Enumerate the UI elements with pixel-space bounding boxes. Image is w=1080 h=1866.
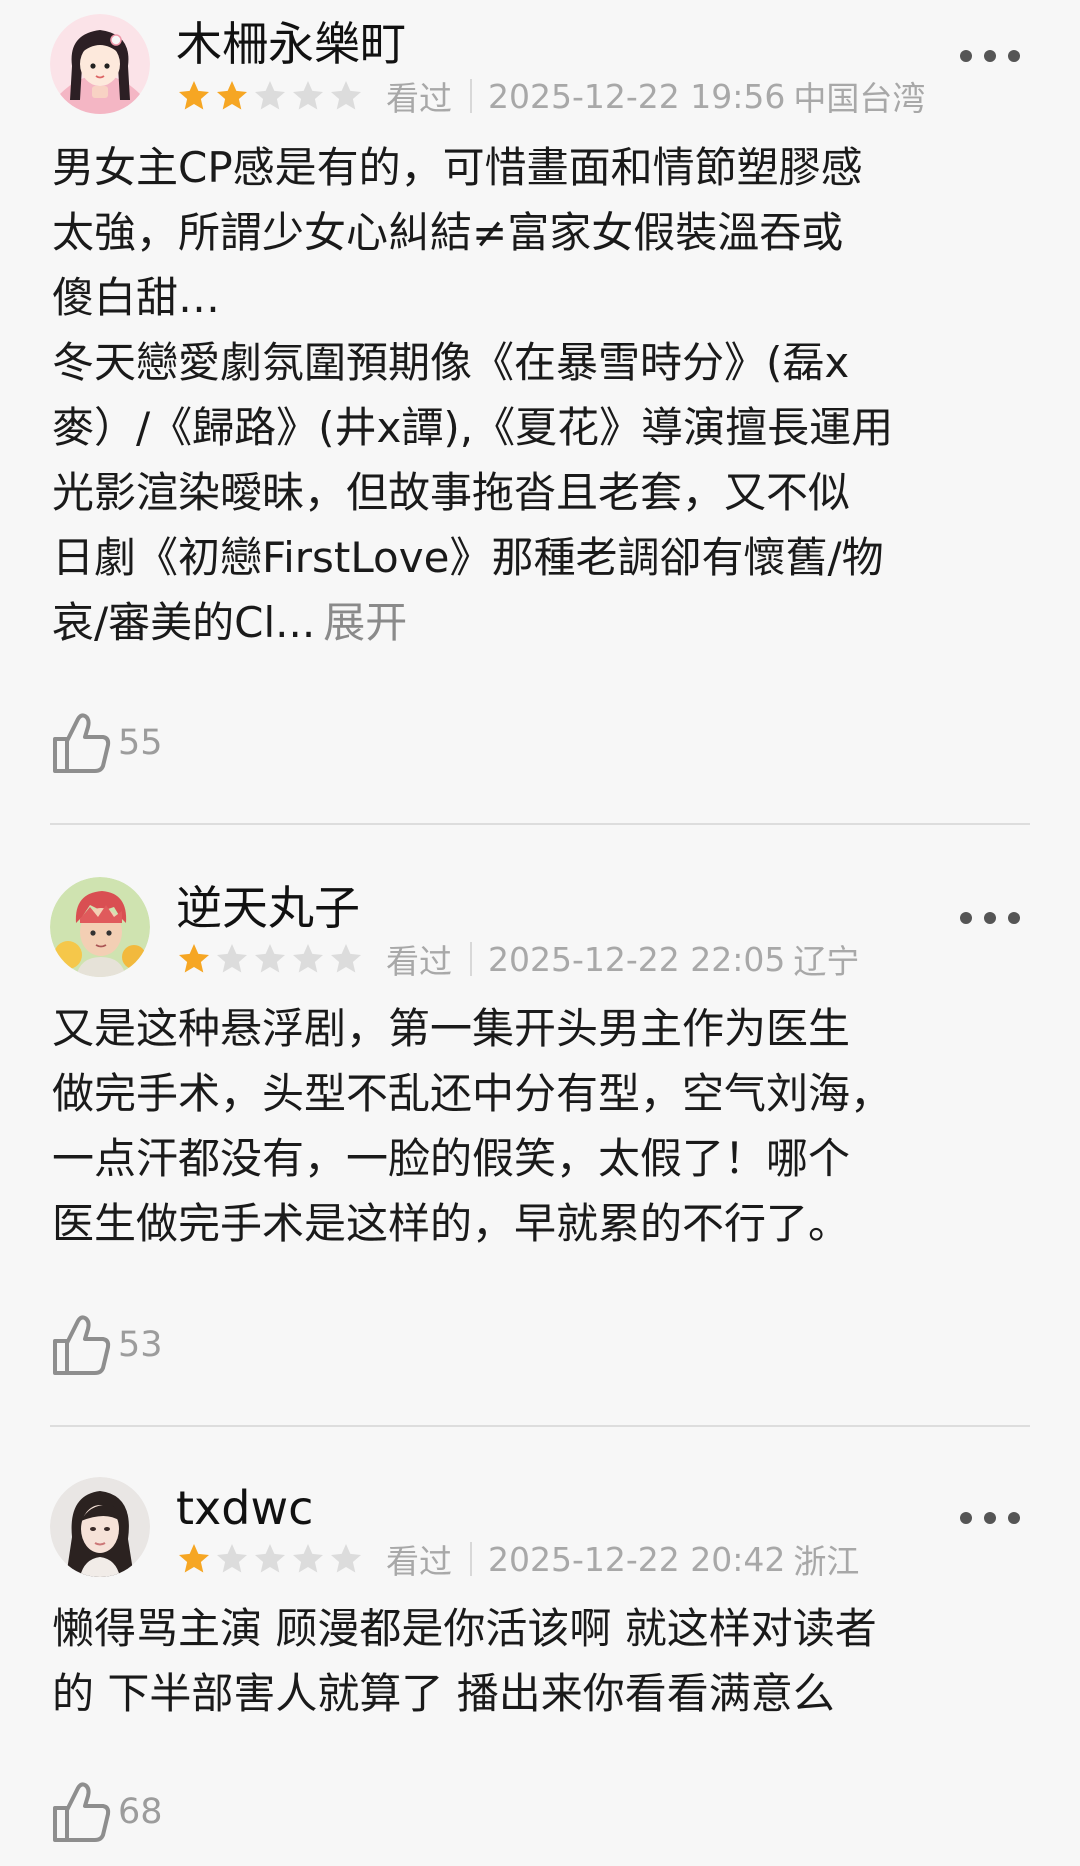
star-icon <box>331 81 361 110</box>
review-line: 男女主CP感是有的，可惜畫面和情節塑膠感 <box>52 143 863 192</box>
review-line: 又是这种悬浮剧，第一集开头男主作为医生 <box>52 1004 851 1053</box>
review-location: 辽宁 <box>793 942 860 981</box>
watch-status: 看过 <box>386 942 452 981</box>
star-icon <box>255 944 285 973</box>
star-icon <box>217 1544 247 1573</box>
avatar[interactable] <box>50 877 150 977</box>
star-icon <box>179 1544 209 1573</box>
thumbs-up-icon <box>53 713 111 773</box>
review-datetime: 2025-12-22 20:42 <box>488 1539 786 1579</box>
review-line: 的 下半部害人就算了 播出来你看看满意么 <box>52 1669 835 1718</box>
thumbs-up-icon <box>53 1315 111 1375</box>
more-dots-icon <box>960 50 972 62</box>
anime-girl-avatar-icon <box>50 14 150 114</box>
star-icon <box>293 1544 323 1573</box>
like-button[interactable]: 68 <box>50 1777 163 1847</box>
review-line: 傻白甜… <box>52 273 221 322</box>
divider <box>50 1425 1030 1427</box>
star-icon <box>293 81 323 110</box>
star-rating <box>176 941 364 977</box>
more-options-button[interactable] <box>960 36 1020 76</box>
divider <box>50 823 1030 825</box>
review-datetime: 2025-12-22 19:56 <box>488 76 786 116</box>
more-dots-icon <box>960 1512 972 1524</box>
meta-separator <box>470 942 472 976</box>
meta-separator <box>470 79 472 113</box>
review-meta: 看过 2025-12-22 20:42 浙江 <box>176 1537 859 1581</box>
expand-link[interactable]: 展开 <box>323 598 407 647</box>
more-dots-icon <box>960 912 972 924</box>
review-line: 懒得骂主演 顾漫都是你活该啊 就这样对读者 <box>52 1604 877 1653</box>
review-datetime: 2025-12-22 22:05 <box>488 939 786 979</box>
review-line: 太強，所謂少女心糾結≠富家女假裝溫吞或 <box>52 208 844 257</box>
watch-status: 看过 <box>386 79 452 118</box>
like-count: 68 <box>118 1792 163 1832</box>
watch-status: 看过 <box>386 1542 452 1581</box>
star-icon <box>331 1544 361 1573</box>
star-icon <box>217 81 247 110</box>
star-icon <box>255 1544 285 1573</box>
review-line: 哀/審美的Cl... 展开 <box>52 590 1042 655</box>
review-line-text: 哀/審美的Cl... <box>52 598 316 647</box>
review-line: 日劇《初戀FirstLove》那種老調卻有懷舊/物 <box>52 533 884 582</box>
review-meta: 看过 2025-12-22 19:56 中国台湾 <box>176 74 925 118</box>
thumbs-up-icon <box>53 1782 111 1842</box>
review-text: 又是这种悬浮剧，第一集开头男主作为医生 做完手术，头型不乱还中分有型，空气刘海，… <box>52 996 1042 1256</box>
review-line: 光影渲染曖昧，但故事拖沓且老套，又不似 <box>52 468 851 517</box>
like-count: 53 <box>118 1325 163 1365</box>
star-icon <box>179 81 209 110</box>
username[interactable]: 木柵永樂町 <box>176 16 406 72</box>
woman-photo-avatar-icon <box>50 1477 150 1577</box>
review-meta: 看过 2025-12-22 22:05 辽宁 <box>176 937 859 981</box>
star-icon <box>293 944 323 973</box>
review-line: 做完手术，头型不乱还中分有型，空气刘海， <box>52 1069 893 1118</box>
more-options-button[interactable] <box>960 1498 1020 1538</box>
review-line: 冬天戀愛劇氛圍預期像《在暴雪時分》(磊x <box>52 338 850 387</box>
anime-boy-avatar-icon <box>50 877 150 977</box>
star-rating <box>176 1541 364 1577</box>
meta-separator <box>470 1542 472 1576</box>
like-button[interactable]: 55 <box>50 708 163 778</box>
avatar[interactable] <box>50 1477 150 1577</box>
review-location: 中国台湾 <box>793 79 926 118</box>
review-line: 麥）/《歸路》(井x譚),《夏花》導演擅長運用 <box>52 403 894 452</box>
review-line: 医生做完手术是这样的，早就累的不行了。 <box>52 1199 851 1248</box>
avatar[interactable] <box>50 14 150 114</box>
star-icon <box>331 944 361 973</box>
star-icon <box>255 81 285 110</box>
username[interactable]: 逆天丸子 <box>176 880 360 936</box>
review-line: 一点汗都没有，一脸的假笑，太假了！哪个 <box>52 1134 851 1183</box>
review-text: 懒得骂主演 顾漫都是你活该啊 就这样对读者 的 下半部害人就算了 播出来你看看满… <box>52 1596 1042 1726</box>
review-text: 男女主CP感是有的，可惜畫面和情節塑膠感 太強，所謂少女心糾結≠富家女假裝溫吞或… <box>52 135 1042 655</box>
star-icon <box>179 944 209 973</box>
username[interactable]: txdwc <box>176 1480 313 1536</box>
star-rating <box>176 78 364 114</box>
review-location: 浙江 <box>793 1542 860 1581</box>
like-button[interactable]: 53 <box>50 1310 163 1380</box>
like-count: 55 <box>118 723 163 763</box>
more-options-button[interactable] <box>960 898 1020 938</box>
star-icon <box>217 944 247 973</box>
review-list: 木柵永樂町 看过 2025-12-22 19:56 中国台湾 男女主CP感是有的… <box>0 0 1080 1866</box>
